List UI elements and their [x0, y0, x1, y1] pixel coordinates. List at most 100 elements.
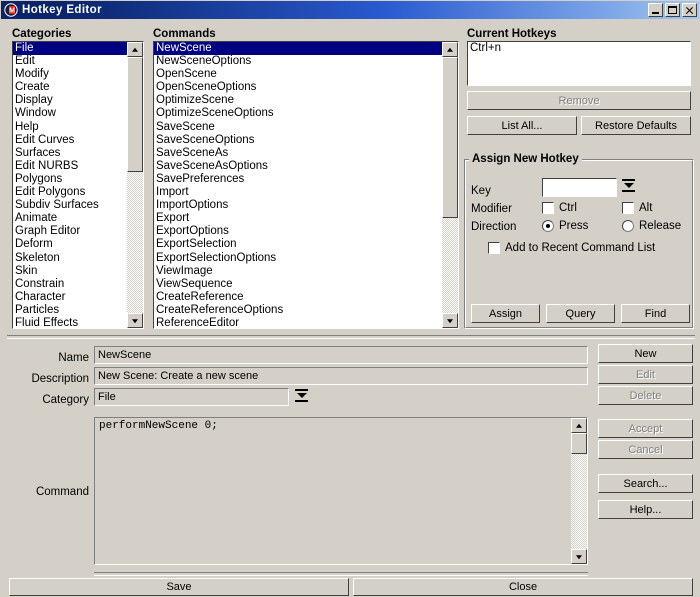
press-radio[interactable]: Press: [542, 220, 588, 232]
ctrl-checkbox[interactable]: Ctrl: [542, 202, 577, 214]
command-textarea[interactable]: performNewScene 0;: [94, 417, 588, 565]
list-item[interactable]: Character: [13, 291, 127, 304]
list-item[interactable]: File: [13, 42, 127, 56]
list-item[interactable]: Fluid Effects: [13, 317, 127, 328]
list-item[interactable]: ExportOptions: [154, 225, 442, 238]
scroll-track[interactable]: [127, 57, 143, 313]
list-item[interactable]: Modify: [13, 68, 127, 81]
accept-button[interactable]: Accept: [598, 419, 693, 438]
close-icon[interactable]: [682, 3, 697, 17]
add-recent-command-checkbox[interactable]: Add to Recent Command List: [488, 242, 655, 254]
list-item[interactable]: Animate: [13, 212, 127, 225]
option-menu-icon[interactable]: [295, 389, 308, 404]
maximize-icon[interactable]: [665, 3, 680, 17]
list-item[interactable]: Create: [13, 81, 127, 94]
scroll-thumb[interactable]: [442, 57, 458, 219]
list-item[interactable]: Edit NURBS: [13, 160, 127, 173]
list-item[interactable]: Deform: [13, 238, 127, 251]
list-item[interactable]: Subdiv Surfaces: [13, 199, 127, 212]
commands-scrollbar[interactable]: [442, 42, 458, 328]
list-item[interactable]: ExportSelection: [154, 238, 442, 251]
edit-button[interactable]: Edit: [598, 365, 693, 384]
list-item[interactable]: Graph Editor: [13, 225, 127, 238]
list-item[interactable]: Skin: [13, 265, 127, 278]
scroll-track[interactable]: [571, 433, 587, 549]
close-button[interactable]: Close: [353, 578, 693, 596]
list-item[interactable]: Edit Polygons: [13, 186, 127, 199]
list-item[interactable]: Edit: [13, 55, 127, 68]
categories-scrollbar[interactable]: [127, 42, 143, 328]
remove-button[interactable]: Remove: [467, 91, 691, 110]
option-menu-icon[interactable]: [622, 179, 635, 194]
list-item[interactable]: OptimizeSceneOptions: [154, 107, 442, 120]
categories-listbox[interactable]: File Edit Modify Create Display Window Help Edi…: [12, 41, 144, 329]
category-input[interactable]: File: [94, 388, 289, 406]
list-item[interactable]: Surfaces: [13, 147, 127, 160]
assign-button[interactable]: Assign: [471, 304, 540, 323]
find-button[interactable]: Find: [621, 304, 690, 323]
cancel-button[interactable]: Cancel: [598, 440, 693, 459]
scroll-down-icon[interactable]: [442, 313, 458, 328]
scroll-up-icon[interactable]: [571, 418, 587, 433]
key-input[interactable]: [542, 178, 617, 197]
list-item[interactable]: Export: [154, 212, 442, 225]
list-item[interactable]: SaveSceneAsOptions: [154, 160, 442, 173]
minimize-icon[interactable]: [648, 3, 663, 17]
list-item[interactable]: SaveSceneAs: [154, 147, 442, 160]
scroll-up-icon[interactable]: [127, 42, 143, 57]
list-item[interactable]: Polygons: [13, 173, 127, 186]
list-item[interactable]: SaveScene: [154, 121, 442, 134]
list-item[interactable]: SavePreferences: [154, 173, 442, 186]
direction-label: Direction: [471, 221, 517, 233]
list-item[interactable]: CreateReference: [154, 291, 442, 304]
scroll-up-icon[interactable]: [442, 42, 458, 57]
list-item[interactable]: Constrain: [13, 278, 127, 291]
categories-list[interactable]: File Edit Modify Create Display Window Help Edi…: [13, 42, 127, 328]
list-all-button[interactable]: List All...: [467, 116, 577, 135]
list-item[interactable]: Display: [13, 94, 127, 107]
current-hotkeys-listbox[interactable]: Ctrl+n: [467, 41, 691, 86]
delete-button[interactable]: Delete: [598, 386, 693, 405]
current-hotkeys-list[interactable]: Ctrl+n: [468, 42, 690, 55]
window-title: Hotkey Editor: [22, 4, 102, 16]
list-item[interactable]: OpenSceneOptions: [154, 81, 442, 94]
list-item[interactable]: Ctrl+n: [468, 42, 690, 55]
title-bar[interactable]: M Hotkey Editor: [1, 1, 699, 19]
list-item[interactable]: Window: [13, 107, 127, 120]
query-button[interactable]: Query: [546, 304, 615, 323]
list-item[interactable]: ViewSequence: [154, 278, 442, 291]
list-item[interactable]: OpenScene: [154, 68, 442, 81]
command-scrollbar[interactable]: [571, 418, 587, 564]
save-button[interactable]: Save: [9, 578, 349, 596]
scroll-track[interactable]: [442, 57, 458, 313]
list-item[interactable]: CreateReferenceOptions: [154, 304, 442, 317]
list-item[interactable]: ExportSelectionOptions: [154, 252, 442, 265]
scroll-thumb[interactable]: [571, 433, 587, 454]
list-item[interactable]: NewSceneOptions: [154, 55, 442, 68]
list-item[interactable]: ReferenceEditor: [154, 317, 442, 328]
release-radio[interactable]: Release: [622, 220, 681, 232]
list-item[interactable]: ImportOptions: [154, 199, 442, 212]
list-item[interactable]: SaveSceneOptions: [154, 134, 442, 147]
list-item[interactable]: Help: [13, 121, 127, 134]
name-input[interactable]: NewScene: [94, 346, 588, 364]
scroll-down-icon[interactable]: [127, 313, 143, 328]
new-button[interactable]: New: [598, 344, 693, 363]
scroll-thumb[interactable]: [127, 57, 143, 173]
commands-list[interactable]: NewScene NewSceneOptions OpenScene OpenScen…: [154, 42, 442, 328]
alt-checkbox[interactable]: Alt: [622, 202, 652, 214]
commands-listbox[interactable]: NewScene NewSceneOptions OpenScene OpenScen…: [153, 41, 459, 329]
list-item[interactable]: Skeleton: [13, 252, 127, 265]
search-button[interactable]: Search...: [598, 474, 693, 493]
list-item[interactable]: Particles: [13, 304, 127, 317]
list-item[interactable]: NewScene: [154, 42, 442, 56]
list-item[interactable]: OptimizeScene: [154, 94, 442, 107]
description-input[interactable]: New Scene: Create a new scene: [94, 367, 588, 385]
restore-defaults-button[interactable]: Restore Defaults: [581, 116, 691, 135]
help-button[interactable]: Help...: [598, 500, 693, 519]
scroll-down-icon[interactable]: [571, 549, 587, 564]
list-item[interactable]: Import: [154, 186, 442, 199]
list-item[interactable]: Edit Curves: [13, 134, 127, 147]
list-item[interactable]: ViewImage: [154, 265, 442, 278]
footer-divider: [94, 572, 588, 576]
